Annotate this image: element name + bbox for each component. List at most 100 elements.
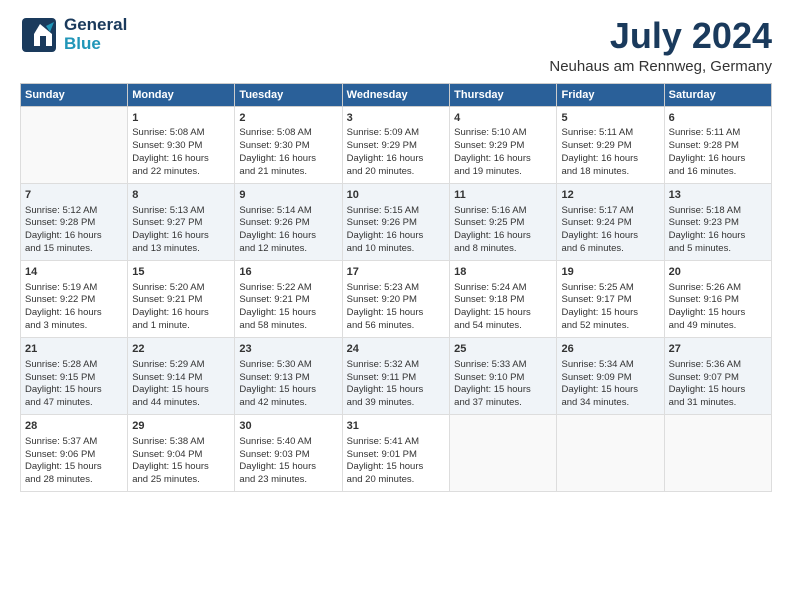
day-number: 20 [669,265,767,280]
day-info-line: Sunset: 9:23 PM [669,217,767,230]
day-info-line: and 20 minutes. [347,166,445,179]
day-info-line: Sunrise: 5:38 AM [132,436,230,449]
day-info-line: Daylight: 16 hours [132,230,230,243]
calendar-week-row: 28Sunrise: 5:37 AMSunset: 9:06 PMDayligh… [21,414,772,491]
calendar-cell: 7Sunrise: 5:12 AMSunset: 9:28 PMDaylight… [21,183,128,260]
day-info-line: Sunrise: 5:19 AM [25,282,123,295]
day-info-line: Sunrise: 5:14 AM [239,205,337,218]
day-number: 25 [454,342,552,357]
calendar-cell: 24Sunrise: 5:32 AMSunset: 9:11 PMDayligh… [342,337,449,414]
day-info-line: and 13 minutes. [132,243,230,256]
day-info-line: and 58 minutes. [239,320,337,333]
day-info-line: and 20 minutes. [347,474,445,487]
day-info-line: Sunrise: 5:11 AM [561,127,659,140]
calendar-cell: 18Sunrise: 5:24 AMSunset: 9:18 PMDayligh… [450,260,557,337]
title-area: July 2024 Neuhaus am Rennweg, Germany [549,16,772,75]
day-number: 16 [239,265,337,280]
logo: General Blue [20,16,127,54]
col-tuesday: Tuesday [235,83,342,106]
calendar-week-row: 21Sunrise: 5:28 AMSunset: 9:15 PMDayligh… [21,337,772,414]
day-info-line: Sunset: 9:04 PM [132,449,230,462]
day-info-line: and 23 minutes. [239,474,337,487]
calendar-cell: 25Sunrise: 5:33 AMSunset: 9:10 PMDayligh… [450,337,557,414]
month-title: July 2024 [549,16,772,56]
calendar-week-row: 14Sunrise: 5:19 AMSunset: 9:22 PMDayligh… [21,260,772,337]
day-info-line: Sunrise: 5:08 AM [239,127,337,140]
calendar-cell: 1Sunrise: 5:08 AMSunset: 9:30 PMDaylight… [128,106,235,183]
day-info-line: Daylight: 16 hours [347,230,445,243]
calendar-cell: 9 Sunrise: 5:14 AMSunset: 9:26 PMDaylight… [235,183,342,260]
day-info-line: Sunrise: 5:08 AM [132,127,230,140]
day-info-line: Sunset: 9:30 PM [132,140,230,153]
day-info-line: Sunrise: 5:28 AM [25,359,123,372]
day-info-line: and 56 minutes. [347,320,445,333]
day-info-line: and 15 minutes. [25,243,123,256]
day-info-line: Daylight: 16 hours [25,307,123,320]
day-info-line: and 16 minutes. [669,166,767,179]
day-info-line: Daylight: 15 hours [239,461,337,474]
day-info-line: Sunset: 9:24 PM [561,217,659,230]
calendar-cell: 26Sunrise: 5:34 AMSunset: 9:09 PMDayligh… [557,337,664,414]
calendar-cell: 19Sunrise: 5:25 AMSunset: 9:17 PMDayligh… [557,260,664,337]
col-friday: Friday [557,83,664,106]
day-info-line: and 19 minutes. [454,166,552,179]
day-info-line: Daylight: 15 hours [347,307,445,320]
day-number: 9 [239,188,337,203]
calendar-cell: 27Sunrise: 5:36 AMSunset: 9:07 PMDayligh… [664,337,771,414]
day-info-line: Sunrise: 5:26 AM [669,282,767,295]
day-info-line: Sunset: 9:06 PM [25,449,123,462]
day-info-line: Daylight: 16 hours [132,307,230,320]
calendar-cell: 11Sunrise: 5:16 AMSunset: 9:25 PMDayligh… [450,183,557,260]
day-number: 22 [132,342,230,357]
day-number: 4 [454,111,552,126]
calendar-cell: 4Sunrise: 5:10 AMSunset: 9:29 PMDaylight… [450,106,557,183]
day-info-line: and 10 minutes. [347,243,445,256]
header: General Blue July 2024 Neuhaus am Rennwe… [20,16,772,75]
day-info-line: and 44 minutes. [132,397,230,410]
day-info-line: Sunrise: 5:36 AM [669,359,767,372]
calendar-cell: 22Sunrise: 5:29 AMSunset: 9:14 PMDayligh… [128,337,235,414]
calendar-cell: 14Sunrise: 5:19 AMSunset: 9:22 PMDayligh… [21,260,128,337]
day-number: 8 [132,188,230,203]
day-info-line: Sunset: 9:26 PM [347,217,445,230]
day-info-line: and 22 minutes. [132,166,230,179]
day-number: 11 [454,188,552,203]
day-info-line: and 28 minutes. [25,474,123,487]
day-info-line: Sunrise: 5:22 AM [239,282,337,295]
day-info-line: Sunset: 9:11 PM [347,372,445,385]
day-info-line: Sunrise: 5:11 AM [669,127,767,140]
logo-text-2: Blue [64,35,127,54]
day-number: 30 [239,419,337,434]
calendar-week-row: 1Sunrise: 5:08 AMSunset: 9:30 PMDaylight… [21,106,772,183]
day-info-line: Daylight: 16 hours [239,230,337,243]
day-info-line: Sunrise: 5:37 AM [25,436,123,449]
day-info-line: Sunset: 9:20 PM [347,294,445,307]
day-info-line: and 1 minute. [132,320,230,333]
day-info-line: Daylight: 15 hours [561,384,659,397]
day-info-line: Sunset: 9:28 PM [25,217,123,230]
calendar-cell: 15Sunrise: 5:20 AMSunset: 9:21 PMDayligh… [128,260,235,337]
day-info-line: Sunset: 9:26 PM [239,217,337,230]
day-number: 12 [561,188,659,203]
calendar-cell: 5Sunrise: 5:11 AMSunset: 9:29 PMDaylight… [557,106,664,183]
day-number: 29 [132,419,230,434]
calendar-cell: 13Sunrise: 5:18 AMSunset: 9:23 PMDayligh… [664,183,771,260]
day-number: 10 [347,188,445,203]
day-info-line: Daylight: 15 hours [239,384,337,397]
day-number: 7 [25,188,123,203]
day-info-line: Daylight: 16 hours [347,153,445,166]
day-info-line: Sunrise: 5:40 AM [239,436,337,449]
day-info-line: Sunset: 9:21 PM [239,294,337,307]
col-thursday: Thursday [450,83,557,106]
calendar-header-row: Sunday Monday Tuesday Wednesday Thursday… [21,83,772,106]
day-info-line: Daylight: 16 hours [561,153,659,166]
day-info-line: Sunset: 9:09 PM [561,372,659,385]
day-info-line: Sunrise: 5:13 AM [132,205,230,218]
day-info-line: Daylight: 15 hours [347,461,445,474]
day-info-line: and 49 minutes. [669,320,767,333]
day-info-line: Sunset: 9:18 PM [454,294,552,307]
day-info-line: Daylight: 15 hours [25,384,123,397]
day-number: 21 [25,342,123,357]
day-number: 23 [239,342,337,357]
day-info-line: and 25 minutes. [132,474,230,487]
